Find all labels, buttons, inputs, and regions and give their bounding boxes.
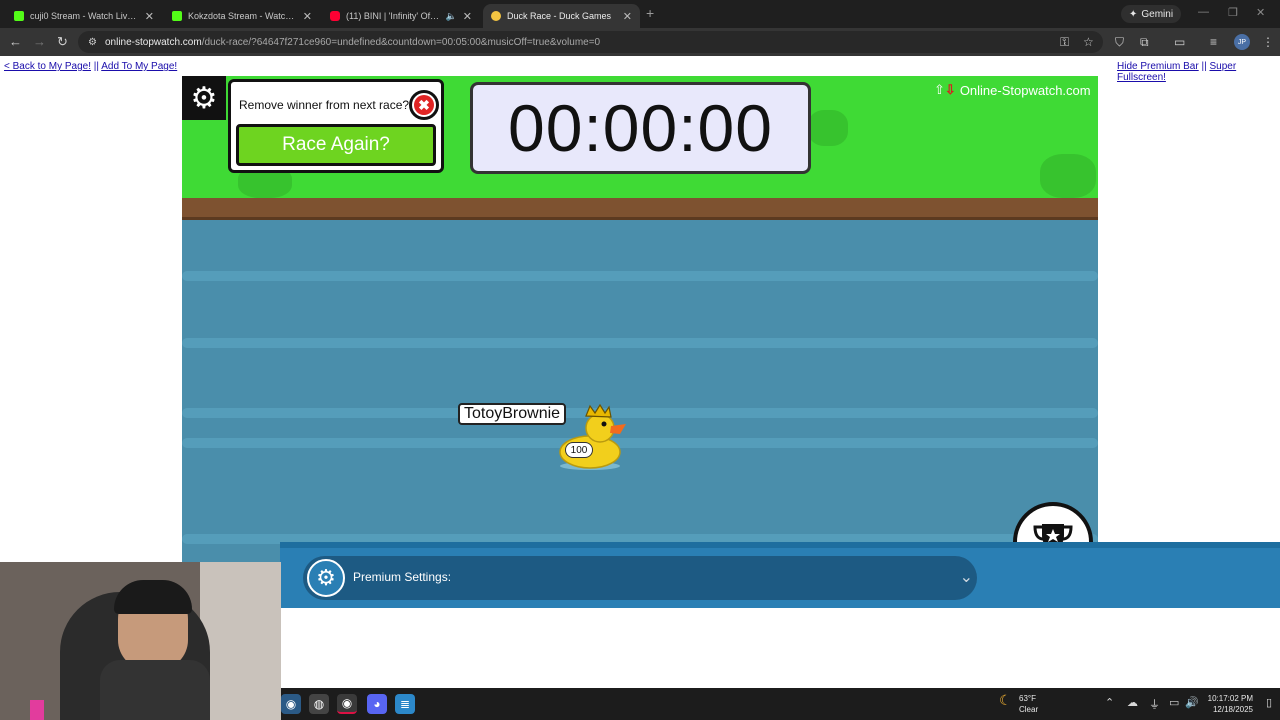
forward-arrow-icon[interactable]: → (33, 34, 46, 49)
rubber-duck-icon (559, 404, 626, 470)
speaker-icon[interactable]: 🔈 (446, 11, 457, 22)
browser-toolbar: ← → ↻ ⚙ online-stopwatch.com /duck-race/… (0, 28, 1280, 56)
riverbank (182, 198, 1098, 220)
gemini-button[interactable]: ✦ Gemini (1121, 5, 1182, 23)
online-stopwatch-logo[interactable]: ⇧⇩ Online-Stopwatch.com (934, 82, 1091, 98)
tab-label: cuji0 Stream - Watch Live on K (30, 11, 139, 21)
brand-name: Online-Stopwatch.com (959, 82, 1091, 98)
weather-temp: 63°F (1019, 694, 1036, 703)
site-info-icon[interactable]: ⚙ (88, 37, 97, 48)
weather-desc: Clear (1019, 705, 1039, 714)
up-down-arrows-icon: ⇧⇩ (934, 82, 956, 97)
race-again-button[interactable]: Race Again? (236, 124, 436, 166)
close-icon[interactable]: ✕ (145, 10, 154, 23)
x-icon: ✖ (414, 95, 434, 115)
key-icon[interactable]: ⚿ (1060, 35, 1069, 50)
premium-settings-label: Premium Settings: (353, 570, 452, 584)
app-icon[interactable]: ◍ (309, 694, 329, 714)
duck-name-label: TotoyBrownie (458, 403, 567, 425)
right-links: Hide Premium Bar || Super Fullscreen! (1117, 61, 1280, 83)
water-wave (182, 438, 1098, 448)
tab-bini-infinity[interactable]: (11) BINI | 'Infinity' Official L 🔈 ✕ (322, 4, 480, 28)
link-separator: || (1201, 61, 1207, 72)
webcam-hair (114, 580, 192, 614)
link-separator: || (93, 61, 99, 72)
premium-gear-icon[interactable]: ⚙ (307, 559, 345, 597)
notification-icon[interactable]: ▯ (1266, 696, 1272, 709)
usb-icon[interactable]: ⏚ (1149, 696, 1160, 712)
remove-winner-button[interactable]: ✖ (409, 90, 439, 120)
profile-avatar[interactable]: JP (1234, 34, 1250, 50)
water-wave (182, 408, 1098, 418)
bush (1040, 154, 1096, 198)
clock-time: 10:17:02 PM (1207, 694, 1253, 703)
network-icon[interactable]: ▭ (1169, 696, 1179, 709)
cloud-icon[interactable]: ☁ (1127, 696, 1138, 709)
water-wave (182, 271, 1098, 281)
extensions-icon[interactable]: ⧉ (1140, 35, 1149, 50)
left-links: < Back to My Page! || Add To My Page! (4, 61, 177, 72)
water-wave (182, 338, 1098, 348)
url-host: online-stopwatch.com (104, 36, 202, 48)
bookmark-star-icon[interactable]: ☆ (1083, 35, 1094, 49)
tab-label: Kokzdota Stream - Watch Live o (188, 11, 297, 21)
youtube-icon (330, 11, 340, 21)
tray-expand-icon[interactable]: ⌃ (1105, 696, 1114, 709)
window-close-icon[interactable]: ✕ (1256, 6, 1265, 19)
duck-number-badge: 100 (565, 442, 593, 458)
duck-race-game[interactable]: ⚙ Remove winner from next race? ✖ Race A… (182, 76, 1098, 591)
add-to-my-page-link[interactable]: Add To My Page! (101, 61, 177, 72)
new-tab-button[interactable]: + (646, 5, 654, 21)
address-bar[interactable]: ⚙ online-stopwatch.com /duck-race/?64647… (78, 31, 1103, 53)
back-to-my-page-link[interactable]: < Back to My Page! (4, 61, 91, 72)
tab-cuji0-stream[interactable]: cuji0 Stream - Watch Live on K ✕ (6, 4, 162, 28)
reading-list-icon[interactable]: ≡ (1210, 35, 1217, 49)
steam-running-icon[interactable]: ◉ (337, 694, 357, 714)
webcam-overlay (0, 562, 281, 720)
menu-icon[interactable]: ⋮ (1262, 35, 1274, 49)
reload-icon[interactable]: ↻ (57, 34, 68, 50)
discord-icon[interactable]: ◕ (367, 694, 387, 714)
close-icon[interactable]: ✕ (623, 10, 632, 23)
hide-premium-bar-link[interactable]: Hide Premium Bar (1117, 61, 1199, 72)
cast-icon[interactable]: ▭ (1174, 35, 1185, 49)
volume-icon[interactable]: 🔊 (1185, 696, 1199, 709)
tab-label: (11) BINI | 'Infinity' Official L (346, 11, 440, 21)
steam-icon[interactable]: ◉ (281, 694, 301, 714)
bush (808, 110, 848, 146)
game-settings-gear-icon[interactable]: ⚙ (182, 76, 226, 120)
tab-label: Duck Race - Duck Games (507, 11, 612, 21)
clock-date: 12/18/2025 (1212, 705, 1253, 714)
remove-winner-label: Remove winner from next race? (239, 98, 410, 112)
moon-icon: ☾ (999, 692, 1012, 708)
winner-panel: Remove winner from next race? ✖ Race Aga… (228, 79, 444, 173)
tab-kokzdota-stream[interactable]: Kokzdota Stream - Watch Live o ✕ (164, 4, 320, 28)
chevron-down-icon[interactable]: ⌄ (960, 567, 973, 587)
close-icon[interactable]: ✕ (463, 10, 472, 23)
minimize-icon[interactable]: — (1198, 6, 1209, 18)
sparkle-icon: ✦ (1129, 8, 1138, 20)
shield-icon[interactable]: ⛉ (1115, 35, 1124, 50)
webcam-pink-object (30, 700, 44, 720)
system-clock[interactable]: 10:17:02 PM 12/18/2025 (1205, 693, 1253, 715)
weather-widget[interactable]: ☾ 63°F Clear (999, 693, 1039, 715)
kick-icon (172, 11, 182, 21)
gemini-label: Gemini (1141, 8, 1174, 20)
tab-duck-race[interactable]: Duck Race - Duck Games ✕ (483, 4, 640, 28)
premium-settings-bar[interactable]: ⚙ Premium Settings: ⌄ (303, 556, 977, 600)
duck-race-icon (491, 11, 501, 21)
webcam-wall (200, 562, 281, 720)
url-path: /duck-race/?64647f271ce960=undefined&cou… (201, 36, 601, 48)
webcam-shirt (100, 660, 210, 720)
maximize-icon[interactable]: ❐ (1228, 6, 1238, 19)
back-arrow-icon[interactable]: ← (9, 34, 22, 49)
close-icon[interactable]: ✕ (303, 10, 312, 23)
kick-icon (14, 11, 24, 21)
notepad-icon[interactable]: ≣ (395, 694, 415, 714)
countdown-timer: 00:00:00 (470, 82, 811, 174)
browser-tab-bar: cuji0 Stream - Watch Live on K ✕ Kokzdot… (0, 0, 1280, 28)
taskbar: ◉ ◍ ◉ ◕ ≣ ☾ 63°F Clear ⌃ ☁ ⏚ ▭ 🔊 10:17:0… (281, 688, 1280, 720)
